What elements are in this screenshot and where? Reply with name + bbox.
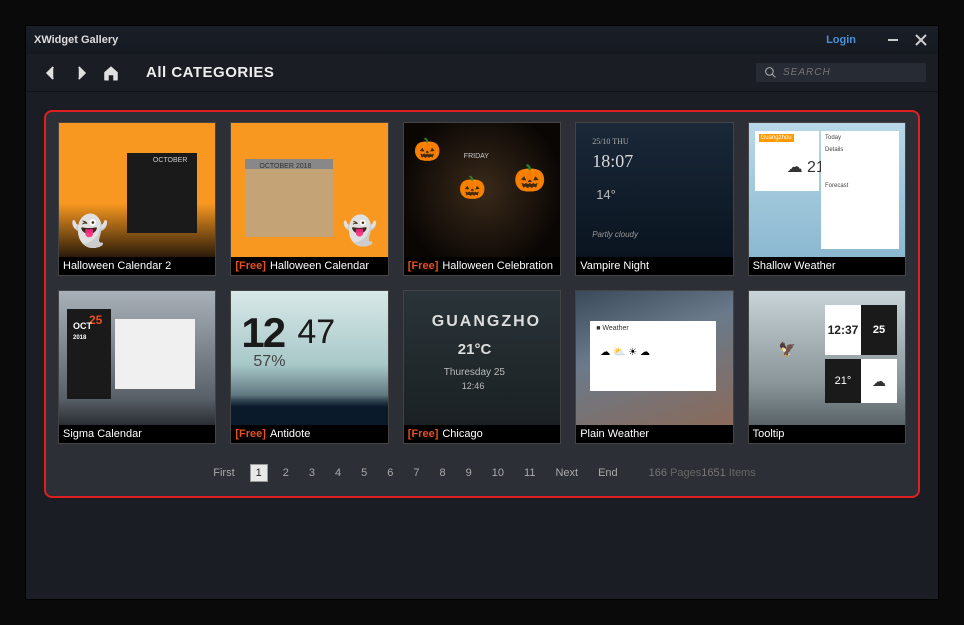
gallery-card-antidote[interactable]: 57% [Free] Antidote [230,290,388,444]
page-next[interactable]: Next [550,465,583,481]
home-icon [102,64,120,82]
gallery-card-sigma-calendar[interactable]: 25 OCT2018 Sigma Calendar [58,290,216,444]
card-label: Plain Weather [576,425,732,443]
card-label: Sigma Calendar [59,425,215,443]
content-area: OCTOBER Halloween Calendar 2 OCTOBER 201… [26,92,938,516]
page-number[interactable]: 4 [330,465,346,481]
page-number[interactable]: 8 [435,465,451,481]
thumbnail: Guangzhou ☁ 21° TodayDetailsForecast [749,123,905,257]
gallery-card-tooltip[interactable]: 12:3725 21°☁ 🦅 Tooltip [748,290,906,444]
free-tag: [Free] [235,260,266,272]
gallery-card-halloween-calendar-2[interactable]: OCTOBER Halloween Calendar 2 [58,122,216,276]
free-tag: [Free] [408,260,439,272]
card-label: [Free] Halloween Celebration [404,257,560,275]
card-label: Vampire Night [576,257,732,275]
thumbnail: 25/10 THU Partly cloudy [576,123,732,257]
card-label: [Free] Halloween Calendar [231,257,387,275]
card-label: Shallow Weather [749,257,905,275]
minimize-button[interactable] [884,31,902,49]
gallery-card-halloween-calendar[interactable]: OCTOBER 2018 [Free] Halloween Calendar [230,122,388,276]
thumbnail: 🎃 FRIDAY [404,123,560,257]
page-number[interactable]: 6 [382,465,398,481]
arrow-left-icon [42,64,60,82]
card-label: Tooltip [749,425,905,443]
back-button[interactable] [38,60,64,86]
card-label: Halloween Calendar 2 [59,257,215,275]
gallery-card-shallow-weather[interactable]: Guangzhou ☁ 21° TodayDetailsForecast Sha… [748,122,906,276]
close-icon [914,33,928,47]
thumbnail: 25 OCT2018 [59,291,215,425]
gallery-grid: OCTOBER Halloween Calendar 2 OCTOBER 201… [58,122,906,444]
gallery-card-halloween-celebration[interactable]: 🎃 FRIDAY [Free] Halloween Celebration [403,122,561,276]
thumbnail: 12:3725 21°☁ 🦅 [749,291,905,425]
thumbnail: ■ Weather ☁ ⛅ ☀ ☁ [576,291,732,425]
forward-button[interactable] [68,60,94,86]
page-first[interactable]: First [208,465,239,481]
thumbnail: 57% [231,291,387,425]
card-title: Halloween Calendar [270,260,369,272]
page-number[interactable]: 7 [408,465,424,481]
gallery-card-chicago[interactable]: Thuresday 25 12:46 [Free] Chicago [403,290,561,444]
gallery-card-plain-weather[interactable]: ■ Weather ☁ ⛅ ☀ ☁ Plain Weather [575,290,733,444]
page-number[interactable]: 3 [304,465,320,481]
thumbnail: OCTOBER [59,123,215,257]
login-link[interactable]: Login [826,34,856,46]
close-button[interactable] [912,31,930,49]
card-label: [Free] Antidote [231,425,387,443]
window-title: XWidget Gallery [34,34,118,46]
card-label: [Free] Chicago [404,425,560,443]
card-title: Shallow Weather [753,260,836,272]
page-number[interactable]: 9 [461,465,477,481]
page-number[interactable]: 5 [356,465,372,481]
card-title: Tooltip [753,428,785,440]
app-window: XWidget Gallery Login All CATEGORIES [25,25,939,600]
arrow-right-icon [72,64,90,82]
thumbnail: Thuresday 25 12:46 [404,291,560,425]
page-number[interactable]: 10 [487,465,509,481]
card-title: Halloween Celebration [442,260,553,272]
navbar: All CATEGORIES [26,54,938,92]
card-title: Antidote [270,428,310,440]
card-title: Plain Weather [580,428,649,440]
free-tag: [Free] [408,428,439,440]
pagination: First 1 2 3 4 5 6 7 8 9 10 11 Next End 1… [58,464,906,482]
card-title: Sigma Calendar [63,428,142,440]
page-number[interactable]: 1 [250,464,268,482]
page-heading: All CATEGORIES [146,64,274,81]
card-title: Chicago [442,428,482,440]
search-box[interactable] [756,63,926,82]
thumbnail: OCTOBER 2018 [231,123,387,257]
minimize-icon [887,34,899,46]
page-number[interactable]: 11 [519,465,540,481]
gallery-card-vampire-night[interactable]: 25/10 THU Partly cloudy Vampire Night [575,122,733,276]
gallery-frame: OCTOBER Halloween Calendar 2 OCTOBER 201… [44,110,920,498]
titlebar: XWidget Gallery Login [26,26,938,54]
page-number[interactable]: 2 [278,465,294,481]
card-title: Vampire Night [580,260,649,272]
home-button[interactable] [98,60,124,86]
search-input[interactable] [783,67,913,78]
pagination-info: 166 Pages1651 Items [649,467,756,479]
page-end[interactable]: End [593,465,623,481]
search-icon [764,66,777,79]
free-tag: [Free] [235,428,266,440]
card-title: Halloween Calendar 2 [63,260,171,272]
